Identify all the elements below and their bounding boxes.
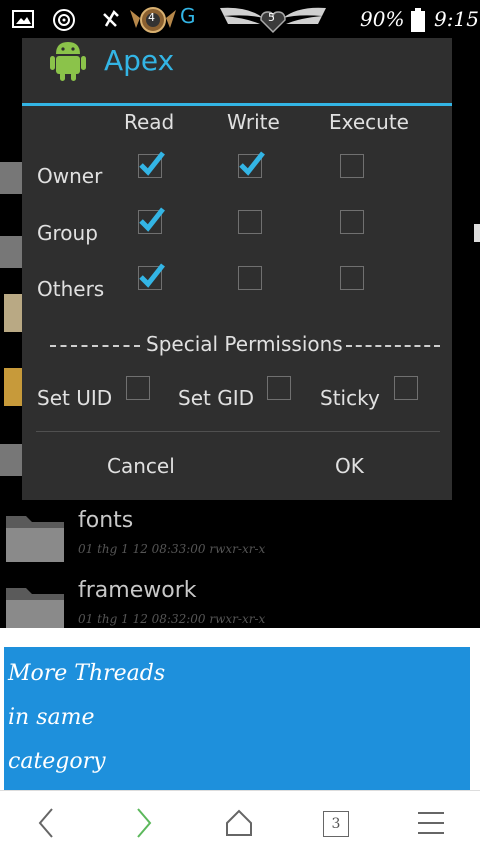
tabs-icon: 3 bbox=[323, 811, 349, 837]
chevron-right-icon bbox=[137, 808, 152, 838]
row-label-owner: Owner bbox=[37, 164, 103, 188]
checkmark-icon bbox=[139, 207, 165, 232]
file-name: fonts bbox=[78, 508, 134, 533]
rank-badge-icon: 4 bbox=[128, 0, 178, 42]
folder-icon bbox=[0, 156, 22, 200]
network-type-indicator: G bbox=[180, 4, 196, 28]
list-item[interactable]: framework 01 thg 1 12 08:32:00 rwxr-xr-x bbox=[0, 572, 474, 634]
hamburger-menu-icon bbox=[418, 812, 444, 834]
checkbox-sticky[interactable] bbox=[394, 376, 418, 400]
more-threads-line-2: in same bbox=[8, 705, 95, 730]
special-divider-left bbox=[50, 345, 140, 347]
checkbox-owner-execute[interactable] bbox=[340, 154, 364, 178]
folder-icon bbox=[0, 230, 22, 274]
checkmark-icon bbox=[139, 151, 165, 176]
row-label-others: Others bbox=[37, 277, 105, 301]
menu-button[interactable] bbox=[406, 801, 456, 845]
permissions-dialog: Apex Read Write Execute Owner Group Othe… bbox=[22, 38, 452, 500]
title-divider bbox=[22, 103, 452, 106]
checkbox-group-read[interactable] bbox=[138, 207, 165, 234]
column-header-read: Read bbox=[124, 110, 175, 134]
file-meta: 01 thg 1 12 08:32:00 rwxr-xr-x bbox=[78, 612, 266, 626]
rank-badge-level: 4 bbox=[148, 11, 155, 24]
file-meta: 01 thg 1 12 08:33:00 rwxr-xr-x bbox=[78, 542, 266, 556]
back-button[interactable] bbox=[22, 801, 72, 845]
set-gid-label: Set GID bbox=[178, 386, 254, 410]
winged-heart-badge-number: 5 bbox=[268, 11, 275, 24]
dialog-title: Apex bbox=[104, 44, 175, 77]
more-threads-line-3: category bbox=[8, 749, 106, 774]
checkmark-icon bbox=[139, 263, 165, 288]
more-threads-banner[interactable]: More Threads in same category bbox=[4, 647, 470, 790]
file-icon bbox=[0, 364, 22, 412]
checkbox-owner-write[interactable] bbox=[238, 151, 265, 178]
home-icon bbox=[226, 809, 252, 836]
file-name: framework bbox=[78, 578, 197, 603]
chevron-left-icon bbox=[38, 808, 53, 838]
special-permissions-label: Special Permissions bbox=[146, 332, 343, 356]
battery-percent: 90% bbox=[360, 7, 405, 31]
home-button[interactable] bbox=[214, 801, 264, 845]
list-item[interactable]: fonts 01 thg 1 12 08:33:00 rwxr-xr-x bbox=[0, 500, 474, 572]
checkbox-others-execute[interactable] bbox=[340, 266, 364, 290]
folder-icon bbox=[4, 508, 66, 568]
gallery-notification-icon bbox=[12, 10, 34, 32]
ok-button[interactable]: OK bbox=[237, 432, 452, 500]
checkbox-owner-read[interactable] bbox=[138, 151, 165, 178]
cancel-button-label: Cancel bbox=[107, 454, 175, 478]
status-bar: 4 G 5 90% 9:15 bbox=[0, 0, 480, 38]
sticky-label: Sticky bbox=[320, 386, 380, 410]
tabs-count: 3 bbox=[331, 816, 341, 832]
checkmark-icon bbox=[239, 151, 265, 176]
android-icon bbox=[48, 38, 88, 86]
muted-icon bbox=[98, 8, 122, 36]
spiral-notification-icon bbox=[52, 8, 76, 36]
checkbox-set-uid[interactable] bbox=[126, 376, 150, 400]
cancel-button[interactable]: Cancel bbox=[22, 432, 237, 500]
dialog-header: Apex bbox=[22, 38, 452, 104]
checkbox-set-gid[interactable] bbox=[267, 376, 291, 400]
checkbox-others-read[interactable] bbox=[138, 263, 165, 290]
special-divider-right bbox=[346, 345, 440, 347]
forward-button[interactable] bbox=[118, 801, 168, 845]
row-label-group: Group bbox=[37, 221, 98, 245]
folder-icon bbox=[0, 438, 22, 482]
battery-icon bbox=[411, 8, 425, 36]
ok-button-label: OK bbox=[335, 454, 364, 478]
checkbox-group-write[interactable] bbox=[238, 210, 262, 234]
checkbox-others-write[interactable] bbox=[238, 266, 262, 290]
tabs-button[interactable]: 3 bbox=[312, 801, 362, 845]
column-header-execute: Execute bbox=[329, 110, 409, 134]
scrollbar[interactable] bbox=[474, 224, 480, 242]
clock: 9:15 bbox=[434, 7, 479, 31]
checkbox-group-execute[interactable] bbox=[340, 210, 364, 234]
set-uid-label: Set UID bbox=[37, 386, 113, 410]
more-threads-line-1: More Threads bbox=[8, 661, 166, 686]
file-icon bbox=[0, 290, 22, 338]
winged-heart-badge-icon: 5 bbox=[218, 2, 328, 40]
column-header-write: Write bbox=[227, 110, 280, 134]
browser-navbar: 3 bbox=[0, 790, 480, 854]
